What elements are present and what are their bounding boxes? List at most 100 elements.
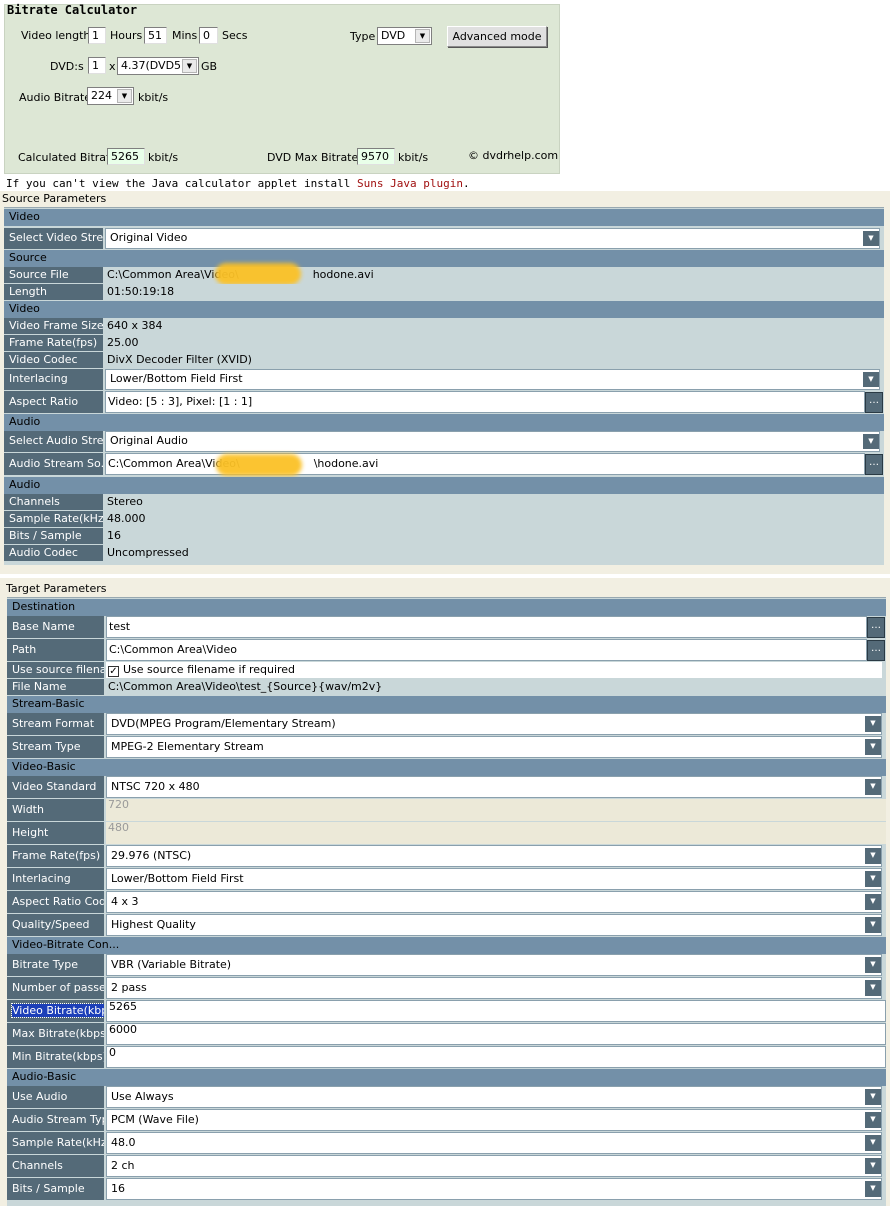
- chevron-down-icon[interactable]: ▼: [415, 29, 430, 43]
- use-source-filename-field[interactable]: ✓ Use source filename if required: [106, 662, 882, 678]
- max-bitrate-input[interactable]: 6000: [106, 1023, 886, 1045]
- row-select-audio-stream[interactable]: Select Audio Stre... Original Audio ▼: [4, 431, 884, 453]
- target-interlacing-value[interactable]: Lower/Bottom Field First: [106, 868, 882, 890]
- aspect-ratio-value[interactable]: Video: [5 : 3], Pixel: [1 : 1]: [105, 391, 865, 413]
- select-audio-stream-value[interactable]: Original Audio: [105, 431, 880, 452]
- chevron-down-icon[interactable]: ▼: [865, 1089, 881, 1105]
- ellipsis-button[interactable]: …: [867, 640, 885, 661]
- chevron-down-icon[interactable]: ▼: [182, 59, 197, 73]
- audio-stream-type-value[interactable]: PCM (Wave File): [106, 1109, 882, 1131]
- ellipsis-button[interactable]: …: [865, 454, 883, 475]
- section-audio[interactable]: Audio: [4, 414, 884, 431]
- row-target-interlacing[interactable]: Interlacing Lower/Bottom Field First ▼: [7, 868, 886, 891]
- row-video-standard[interactable]: Video Standard NTSC 720 x 480 ▼: [7, 776, 886, 799]
- section-destination[interactable]: Destination: [7, 599, 886, 616]
- chevron-down-icon[interactable]: ▼: [865, 980, 881, 996]
- row-target-sample-rate[interactable]: Sample Rate(kHz) 48.0 ▼: [7, 1132, 886, 1155]
- row-select-video-stream[interactable]: Select Video Stre... Original Video ▼: [4, 228, 884, 250]
- chevron-down-icon[interactable]: ▼: [865, 957, 881, 973]
- video-standard-value[interactable]: NTSC 720 x 480: [106, 776, 882, 798]
- stream-type-value[interactable]: MPEG-2 Elementary Stream: [106, 736, 882, 758]
- row-channels[interactable]: Channels Stereo: [4, 494, 884, 511]
- section-video[interactable]: Video: [4, 209, 884, 226]
- row-use-source-filename[interactable]: Use source filena... ✓ Use source filenam…: [7, 662, 886, 679]
- chevron-down-icon[interactable]: ▼: [863, 231, 879, 246]
- target-sample-rate-value[interactable]: 48.0: [106, 1132, 882, 1154]
- chevron-down-icon[interactable]: ▼: [865, 917, 881, 933]
- stream-format-value[interactable]: DVD(MPEG Program/Elementary Stream): [106, 713, 882, 735]
- checkbox-checked-icon[interactable]: ✓: [108, 666, 119, 677]
- row-length[interactable]: Length 01:50:19:18: [4, 284, 884, 301]
- row-aspect-ratio-code[interactable]: Aspect Ratio Code 4 x 3 ▼: [7, 891, 886, 914]
- row-file-name[interactable]: File Name C:\Common Area\Video\test_{Sou…: [7, 679, 886, 696]
- row-aspect-ratio[interactable]: Aspect Ratio Video: [5 : 3], Pixel: [1 :…: [4, 391, 884, 414]
- use-audio-value[interactable]: Use Always: [106, 1086, 882, 1108]
- advanced-mode-button[interactable]: Advanced mode: [447, 26, 547, 47]
- section-video-basic[interactable]: Video-Basic: [7, 759, 886, 776]
- row-base-name[interactable]: Base Name test …: [7, 616, 886, 639]
- row-video-bitrate[interactable]: Video Bitrate(kbps) 5265: [7, 1000, 886, 1023]
- row-target-bits-per-sample[interactable]: Bits / Sample 16 ▼: [7, 1178, 886, 1201]
- row-stream-format[interactable]: Stream Format DVD(MPEG Program/Elementar…: [7, 713, 886, 736]
- row-sample-rate[interactable]: Sample Rate(kHz) 48.000: [4, 511, 884, 528]
- quality-speed-value[interactable]: Highest Quality: [106, 914, 882, 936]
- secs-input[interactable]: 0: [199, 27, 218, 44]
- row-target-channels[interactable]: Channels 2 ch ▼: [7, 1155, 886, 1178]
- type-select[interactable]: DVD ▼: [377, 27, 432, 45]
- chevron-down-icon[interactable]: ▼: [865, 1135, 881, 1151]
- java-plugin-link[interactable]: Suns Java plugin: [357, 177, 463, 190]
- chevron-down-icon[interactable]: ▼: [117, 89, 132, 103]
- chevron-down-icon[interactable]: ▼: [863, 434, 879, 449]
- section-source[interactable]: Source: [4, 250, 884, 267]
- chevron-down-icon[interactable]: ▼: [865, 848, 881, 864]
- dvds-input[interactable]: 1: [88, 57, 106, 74]
- chevron-down-icon[interactable]: ▼: [865, 1112, 881, 1128]
- chevron-down-icon[interactable]: ▼: [865, 871, 881, 887]
- chevron-down-icon[interactable]: ▼: [865, 779, 881, 795]
- disc-size-select[interactable]: 4.37(DVD5) ▼: [117, 57, 199, 75]
- ellipsis-button[interactable]: …: [867, 617, 885, 638]
- section-audio-info[interactable]: Audio: [4, 477, 884, 494]
- mins-input[interactable]: 51: [144, 27, 167, 44]
- video-bitrate-input[interactable]: 5265: [106, 1000, 886, 1022]
- aspect-ratio-code-value[interactable]: 4 x 3: [106, 891, 882, 913]
- row-quality-speed[interactable]: Quality/Speed Highest Quality ▼: [7, 914, 886, 937]
- row-min-bitrate[interactable]: Min Bitrate(kbps) 0: [7, 1046, 886, 1069]
- row-audio-stream-type[interactable]: Audio Stream Type PCM (Wave File) ▼: [7, 1109, 886, 1132]
- hours-input[interactable]: 1: [88, 27, 106, 44]
- section-audio-basic[interactable]: Audio-Basic: [7, 1069, 886, 1086]
- row-bits-per-sample[interactable]: Bits / Sample 16: [4, 528, 884, 545]
- target-channels-value[interactable]: 2 ch: [106, 1155, 882, 1177]
- row-source-file[interactable]: Source File C:\Common Area\Video\ hodone.…: [4, 267, 884, 284]
- chevron-down-icon[interactable]: ▼: [865, 894, 881, 910]
- row-audio-stream-source[interactable]: Audio Stream So... C:\Common Area\Video\…: [4, 453, 884, 476]
- section-video-info[interactable]: Video: [4, 301, 884, 318]
- path-input[interactable]: C:\Common Area\Video: [106, 639, 867, 661]
- row-target-frame-rate[interactable]: Frame Rate(fps) 29.976 (NTSC) ▼: [7, 845, 886, 868]
- select-video-stream-value[interactable]: Original Video: [105, 228, 880, 249]
- target-frame-rate-value[interactable]: 29.976 (NTSC): [106, 845, 882, 867]
- number-of-passes-value[interactable]: 2 pass: [106, 977, 882, 999]
- row-stream-type[interactable]: Stream Type MPEG-2 Elementary Stream ▼: [7, 736, 886, 759]
- row-interlacing[interactable]: Interlacing Lower/Bottom Field First ▼: [4, 369, 884, 391]
- row-frame-size[interactable]: Video Frame Size 640 x 384: [4, 318, 884, 335]
- row-bitrate-type[interactable]: Bitrate Type VBR (Variable Bitrate) ▼: [7, 954, 886, 977]
- section-stream-basic[interactable]: Stream-Basic: [7, 696, 886, 713]
- min-bitrate-input[interactable]: 0: [106, 1046, 886, 1068]
- target-bits-per-sample-value[interactable]: 16: [106, 1178, 882, 1200]
- base-name-input[interactable]: test: [106, 616, 867, 638]
- row-number-of-passes[interactable]: Number of passes 2 pass ▼: [7, 977, 886, 1000]
- chevron-down-icon[interactable]: ▼: [865, 1181, 881, 1197]
- chevron-down-icon[interactable]: ▼: [865, 739, 881, 755]
- bitrate-type-value[interactable]: VBR (Variable Bitrate): [106, 954, 882, 976]
- section-video-bitrate[interactable]: Video-Bitrate Con...: [7, 937, 886, 954]
- chevron-down-icon[interactable]: ▼: [865, 716, 881, 732]
- interlacing-value[interactable]: Lower/Bottom Field First: [105, 369, 880, 390]
- chevron-down-icon[interactable]: ▼: [865, 1158, 881, 1174]
- audio-bitrate-select[interactable]: 224 ▼: [87, 87, 134, 105]
- row-frame-rate[interactable]: Frame Rate(fps) 25.00: [4, 335, 884, 352]
- chevron-down-icon[interactable]: ▼: [863, 372, 879, 387]
- row-video-codec[interactable]: Video Codec DivX Decoder Filter (XVID): [4, 352, 884, 369]
- row-use-audio[interactable]: Use Audio Use Always ▼: [7, 1086, 886, 1109]
- row-max-bitrate[interactable]: Max Bitrate(kbps) 6000: [7, 1023, 886, 1046]
